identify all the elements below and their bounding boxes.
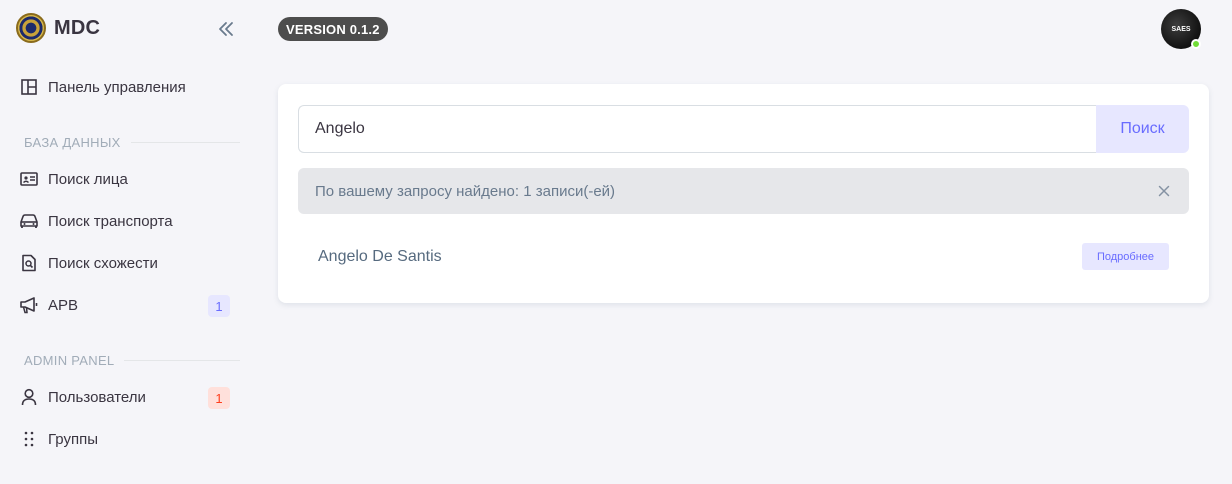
online-status-dot xyxy=(1191,39,1201,49)
sidebar-item-label: Поиск схожести xyxy=(48,254,158,272)
brand-name: MDC xyxy=(54,16,101,39)
sidebar-item-vehicle-search[interactable]: Поиск транспорта xyxy=(8,201,240,241)
sidebar: MDC Панель управления БАЗА ДАННЫХ Поиск … xyxy=(0,0,250,484)
apb-count-badge: 1 xyxy=(208,295,230,317)
sidebar-item-label: Панель управления xyxy=(48,78,186,96)
search-input[interactable] xyxy=(298,105,1097,153)
seal-icon xyxy=(16,13,46,43)
section-header-label: БАЗА ДАННЫХ xyxy=(24,134,121,150)
section-header-admin: ADMIN PANEL xyxy=(24,352,240,368)
sidebar-item-label: Пользователи xyxy=(48,388,146,406)
sidebar-item-label: APB xyxy=(48,296,79,314)
sidebar-item-apb[interactable]: APB 1 xyxy=(8,285,240,325)
sidebar-item-users[interactable]: Пользователи 1 xyxy=(8,377,240,417)
collapse-sidebar-icon[interactable] xyxy=(216,18,236,40)
results-alert: По вашему запросу найдено: 1 записи(-ей) xyxy=(298,168,1189,214)
avatar[interactable]: SAES xyxy=(1161,9,1201,49)
version-badge: VERSION 0.1.2 xyxy=(278,17,388,41)
layout-icon xyxy=(19,77,39,97)
id-card-icon xyxy=(19,169,39,189)
close-icon[interactable] xyxy=(1155,182,1173,200)
result-name: Angelo De Santis xyxy=(318,248,442,265)
sidebar-item-label: Поиск лица xyxy=(48,170,128,188)
search-button[interactable]: Поиск xyxy=(1096,105,1189,153)
brand[interactable]: MDC xyxy=(16,13,100,43)
alert-text: По вашему запросу найдено: 1 записи(-ей) xyxy=(315,182,616,200)
section-header-label: ADMIN PANEL xyxy=(24,352,115,368)
sidebar-item-similarity-search[interactable]: Поиск схожести xyxy=(8,243,240,283)
divider xyxy=(124,359,240,361)
section-header-database: БАЗА ДАННЫХ xyxy=(24,134,240,150)
divider xyxy=(130,141,240,143)
sidebar-item-groups[interactable]: Группы xyxy=(8,419,240,459)
megaphone-icon xyxy=(19,295,39,315)
sidebar-item-person-search[interactable]: Поиск лица xyxy=(8,159,240,199)
file-search-icon xyxy=(19,253,39,273)
car-icon xyxy=(19,211,39,231)
sidebar-item-dashboard[interactable]: Панель управления xyxy=(8,67,240,107)
avatar-text: SAES xyxy=(1171,25,1191,33)
search-card: Поиск По вашему запросу найдено: 1 запис… xyxy=(278,84,1209,303)
user-icon xyxy=(19,387,39,407)
users-count-badge: 1 xyxy=(208,387,230,409)
details-button[interactable]: Подробнее xyxy=(1082,243,1169,270)
dots-grid-icon xyxy=(19,429,39,449)
sidebar-item-label: Поиск транспорта xyxy=(48,212,173,230)
sidebar-item-label: Группы xyxy=(48,430,98,448)
